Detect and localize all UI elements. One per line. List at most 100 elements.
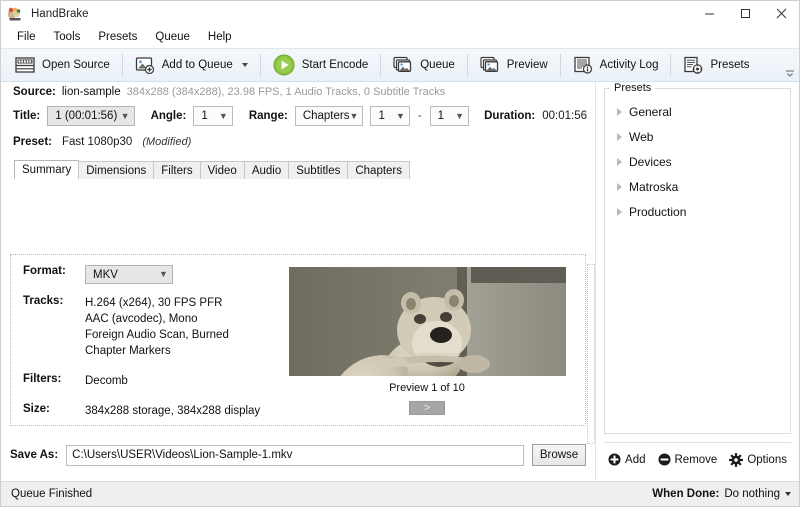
title-select-value: 1 (00:01:56)	[55, 110, 120, 122]
triangle-right-icon[interactable]	[617, 108, 622, 116]
status-text: Queue Finished	[9, 488, 92, 500]
toolbar-overflow-icon[interactable]	[785, 68, 795, 78]
preset-category-label: Devices	[629, 155, 672, 169]
save-as-path: C:\Users\USER\Videos\Lion-Sample-1.mkv	[72, 449, 292, 461]
angle-select[interactable]: 1 ▼	[193, 106, 232, 126]
toolbar-separator-4	[467, 54, 468, 76]
presets-toolbar-button[interactable]: Presets	[675, 50, 757, 80]
when-done-label: When Done:	[652, 488, 719, 500]
tab-filters-label: Filters	[161, 165, 192, 177]
chevron-down-icon: ▼	[121, 112, 130, 121]
panel-scrollbar[interactable]	[587, 264, 595, 444]
size-row: Size: 384x288 storage, 384x288 display	[23, 403, 281, 419]
handbrake-icon	[7, 7, 23, 21]
window-controls	[691, 1, 799, 26]
film-strip-icon	[15, 56, 35, 74]
menu-file[interactable]: File	[8, 29, 45, 45]
when-done-control[interactable]: When Done: Do nothing	[652, 488, 791, 500]
close-icon[interactable]	[763, 1, 799, 26]
duration-value: 00:01:56	[542, 110, 587, 122]
minimize-icon[interactable]	[691, 1, 727, 26]
format-row: Format: MKV ▼	[23, 265, 281, 284]
triangle-right-icon[interactable]	[617, 208, 622, 216]
filters-value: Decomb	[85, 373, 128, 389]
presets-toolbar-label: Presets	[710, 59, 749, 71]
preset-options-button[interactable]: Options	[729, 453, 787, 467]
preset-label: Preset:	[13, 136, 52, 148]
plus-circle-icon	[608, 453, 621, 466]
range-label: Range:	[249, 110, 288, 122]
queue-button[interactable]: Queue	[385, 50, 463, 80]
play-icon	[273, 54, 295, 76]
presets-gear-icon	[683, 56, 703, 74]
open-source-button[interactable]: Open Source	[7, 50, 118, 80]
chevron-down-icon: ▼	[219, 112, 228, 121]
add-to-queue-button[interactable]: Add to Queue	[127, 50, 256, 80]
tab-chapters[interactable]: Chapters	[347, 161, 410, 179]
range-type-select[interactable]: Chapters ▼	[295, 106, 364, 126]
tab-video-label: Video	[208, 165, 237, 177]
preset-category-matroska[interactable]: Matroska	[613, 174, 790, 199]
toolbar-separator-1	[122, 54, 123, 76]
menu-queue[interactable]: Queue	[146, 29, 199, 45]
tab-chapters-label: Chapters	[355, 165, 402, 177]
preset-category-production[interactable]: Production	[613, 199, 790, 224]
source-row: Source: lion-sample 384x288 (384x288), 2…	[9, 86, 587, 98]
maximize-icon[interactable]	[727, 1, 763, 26]
menu-presets[interactable]: Presets	[89, 29, 146, 45]
save-as-input[interactable]: C:\Users\USER\Videos\Lion-Sample-1.mkv	[66, 445, 524, 466]
menu-help-label: Help	[208, 31, 232, 43]
tab-video[interactable]: Video	[200, 161, 245, 179]
menu-help[interactable]: Help	[199, 29, 241, 45]
tracks-row: Tracks: H.264 (x264), 30 FPS PFR AAC (av…	[23, 295, 281, 359]
preset-category-general[interactable]: General	[613, 99, 790, 124]
browse-label: Browse	[540, 449, 578, 461]
log-info-icon	[573, 56, 593, 74]
tab-dimensions[interactable]: Dimensions	[78, 161, 154, 179]
menu-tools-label: Tools	[54, 31, 81, 43]
triangle-right-icon[interactable]	[617, 158, 622, 166]
chevron-down-icon[interactable]	[785, 492, 791, 496]
preset-category-label: Production	[629, 205, 686, 219]
presets-action-bar: Add Remove	[604, 442, 791, 472]
toolbar-separator-5	[560, 54, 561, 76]
tab-filters[interactable]: Filters	[153, 161, 200, 179]
range-end-select[interactable]: 1 ▼	[430, 106, 469, 126]
handbrake-window: HandBrake File Tools Presets Queue Help	[0, 0, 800, 507]
triangle-right-icon[interactable]	[617, 133, 622, 141]
preset-category-label: Web	[629, 130, 653, 144]
presets-sidebar: Presets General Web Devices	[595, 82, 799, 480]
window-title: HandBrake	[31, 8, 89, 20]
status-bar: Queue Finished When Done: Do nothing	[1, 481, 799, 506]
title-select[interactable]: 1 (00:01:56) ▼	[47, 106, 134, 126]
preview-next-button[interactable]: >	[409, 401, 445, 415]
preset-remove-button[interactable]: Remove	[658, 453, 718, 466]
tab-subtitles[interactable]: Subtitles	[288, 161, 348, 179]
range-start-select[interactable]: 1 ▼	[370, 106, 409, 126]
open-source-label: Open Source	[42, 59, 110, 71]
preset-category-web[interactable]: Web	[613, 124, 790, 149]
preset-category-devices[interactable]: Devices	[613, 149, 790, 174]
preset-add-button[interactable]: Add	[608, 453, 645, 466]
menu-tools[interactable]: Tools	[45, 29, 90, 45]
preset-options-label: Options	[747, 454, 787, 466]
triangle-right-icon[interactable]	[617, 183, 622, 191]
format-select[interactable]: MKV ▼	[85, 265, 173, 284]
preview-button[interactable]: Preview	[472, 50, 556, 80]
title-angle-range-row: Title: 1 (00:01:56) ▼ Angle: 1 ▼ Range: …	[9, 106, 587, 126]
browse-button[interactable]: Browse	[532, 444, 586, 466]
chevron-down-icon[interactable]	[242, 63, 248, 67]
preset-category-label: General	[629, 105, 672, 119]
add-image-icon	[135, 56, 155, 74]
presets-list: General Web Devices Matroska	[605, 89, 790, 224]
activity-log-button[interactable]: Activity Log	[565, 50, 667, 80]
start-encode-button[interactable]: Start Encode	[265, 50, 376, 80]
toolbar-separator-3	[380, 54, 381, 76]
queue-label: Queue	[420, 59, 455, 71]
tab-summary[interactable]: Summary	[14, 160, 79, 179]
menu-queue-label: Queue	[155, 31, 190, 43]
tab-audio[interactable]: Audio	[244, 161, 289, 179]
filters-label: Filters:	[23, 373, 85, 389]
chevron-down-icon: ▼	[349, 112, 358, 121]
tab-audio-label: Audio	[252, 165, 281, 177]
